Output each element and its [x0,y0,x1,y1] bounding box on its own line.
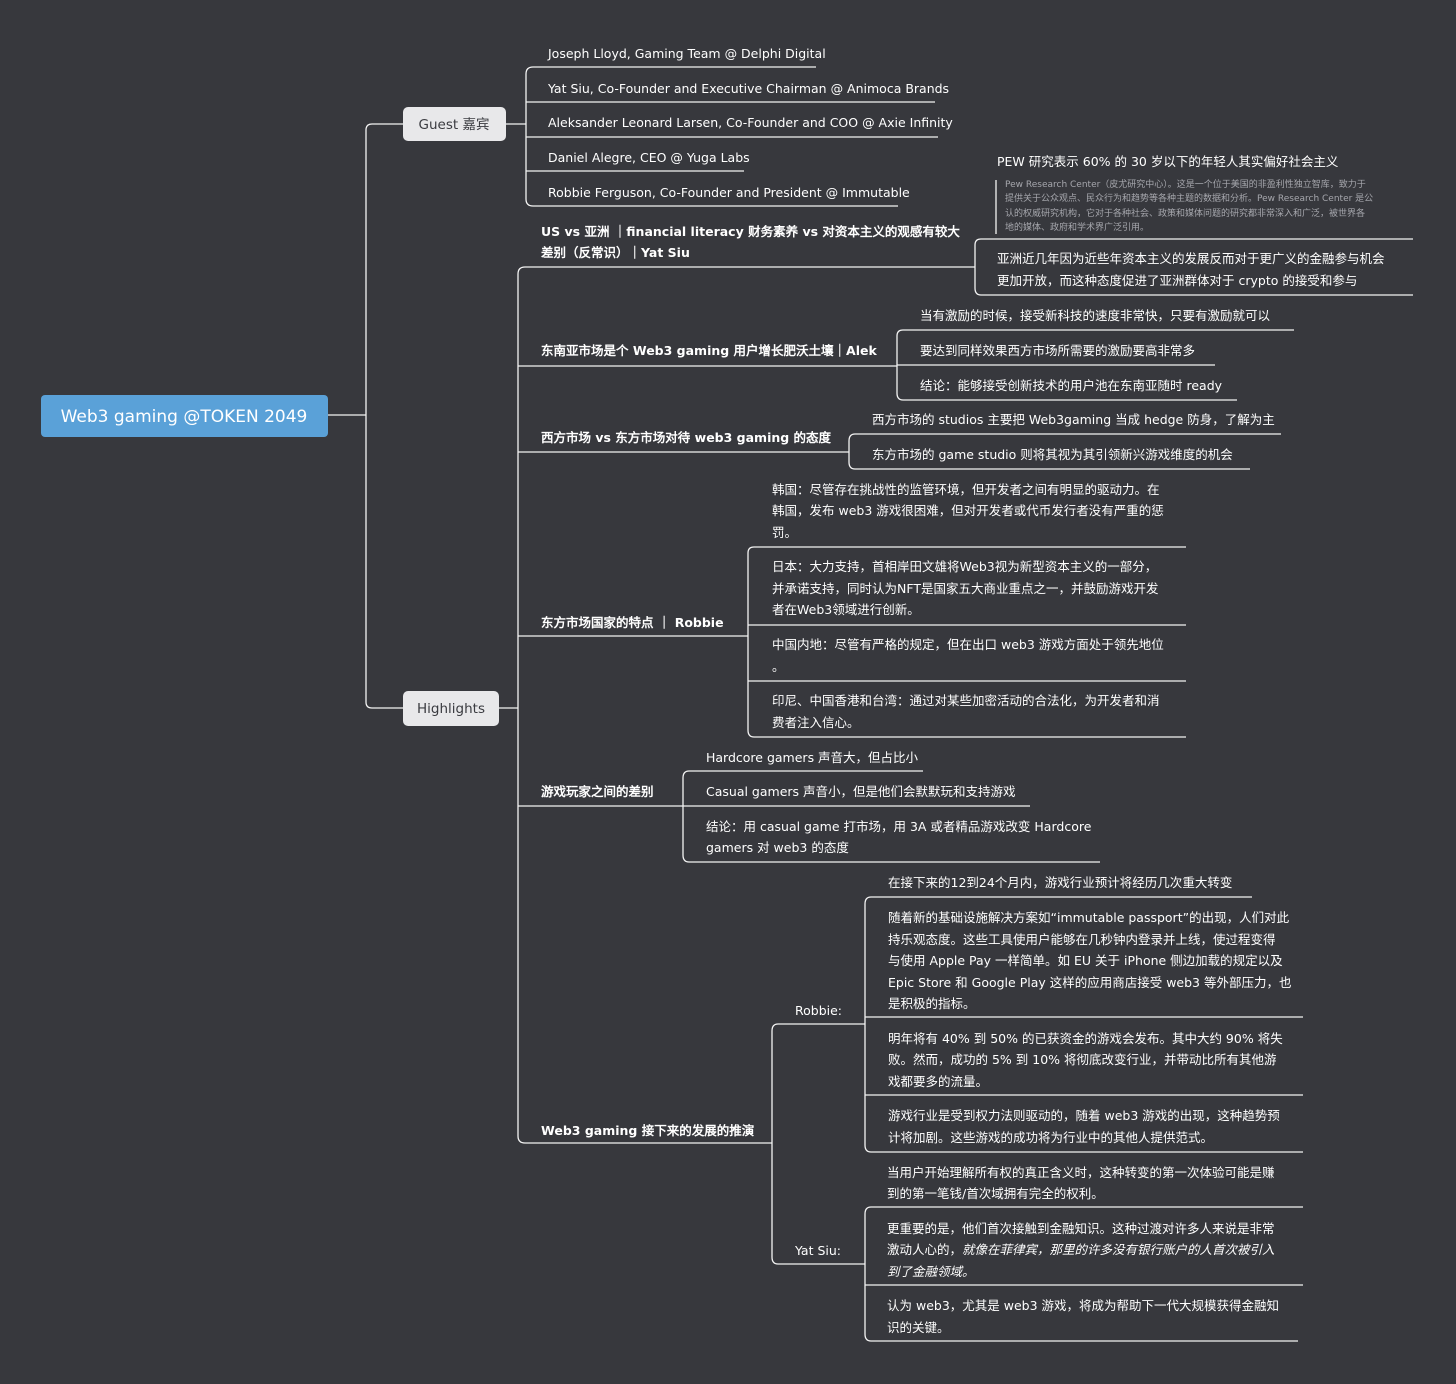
china-text[interactable]: 。 [772,659,785,674]
yat-siu-point[interactable]: 激动人心的，就像在菲律宾，那里的许多没有银行账户的人首次被引入 [887,1242,1275,1257]
gamers-conclusion-text[interactable]: gamers 对 web3 的态度 [706,840,849,855]
pew-note: 认的权威研究机构，它对于各种社会、政策和媒体问题的研究都非常深入和广泛，被世界各 [1005,207,1365,219]
topic-southeast-asia-title[interactable]: 东南亚市场是个 Web3 gaming 用户增长肥沃土壤｜Alek [541,343,877,358]
root-node[interactable]: Web3 gaming @TOKEN 2049 [41,395,328,437]
topic-west-vs-east-title[interactable]: 西方市场 vs 东方市场对待 web3 gaming 的态度 [541,430,832,445]
guest-item[interactable]: Yat Siu, Co-Founder and Executive Chairm… [547,81,949,96]
yat-siu-point[interactable]: 到的第一笔钱/首次域拥有完全的权利。 [887,1186,1104,1201]
sea-item[interactable]: 要达到同样效果西方市场所需要的激励要高非常多 [920,343,1195,358]
highlights-node[interactable]: Highlights [403,691,499,726]
guest-item[interactable]: Joseph Lloyd, Gaming Team @ Delphi Digit… [547,46,826,61]
topic-eastern-countries-title[interactable]: 东方市场国家的特点 ｜ Robbie [541,615,724,630]
robbie-point[interactable]: Epic Store 和 Google Play 这样的应用商店接受 web3 … [888,975,1291,990]
topic-us-asia-title[interactable]: 差别（反常识）｜Yat Siu [540,245,690,260]
indonesia-hk-tw-text[interactable]: 印尼、中国香港和台湾：通过对某些加密活动的合法化，为开发者和消 [772,693,1160,708]
yat-siu-point-normal: 激动人心的， [887,1242,962,1257]
japan-text[interactable]: 者在Web3领域进行创新。 [772,602,920,617]
hardcore-gamers-text[interactable]: Hardcore gamers 声音大，但占比小 [706,750,919,765]
yat-siu-point[interactable]: 更重要的是，他们首次接触到金融知识。这种过渡对许多人来说是非常 [887,1221,1275,1236]
robbie-point[interactable]: 计将加剧。这些游戏的成功将为行业中的其他人提供范式。 [888,1130,1213,1145]
sea-item[interactable]: 结论：能够接受创新技术的用户池在东南亚随时 ready [920,378,1223,393]
yat-siu-point-italic: 就像在菲律宾，那里的许多没有银行账户的人首次被引入 [962,1242,1275,1257]
sea-item[interactable]: 当有激励的时候，接受新科技的速度非常快，只要有激励就可以 [920,308,1271,323]
robbie-point[interactable]: 是积极的指标。 [888,996,976,1011]
west-east-item[interactable]: 西方市场的 studios 主要把 Web3gaming 当成 hedge 防身… [872,412,1275,427]
casual-gamers-text[interactable]: Casual gamers 声音小，但是他们会默默玩和支持游戏 [706,784,1016,799]
guest-item[interactable]: Aleksander Leonard Larsen, Co-Founder an… [548,115,953,130]
yat-siu-point[interactable]: 识的关键。 [887,1320,950,1335]
asia-openness[interactable]: 亚洲近几年因为近些年资本主义的发展反而对于更广义的金融参与机会 [997,251,1385,266]
highlights-node-label: Highlights [417,701,485,717]
root-node-label: Web3 gaming @TOKEN 2049 [61,407,308,427]
korea-text[interactable]: 韩国：尽管存在挑战性的监管环境，但开发者之间有明显的驱动力。在 [772,482,1160,497]
yat-siu-label[interactable]: Yat Siu: [794,1243,841,1258]
china-text[interactable]: 中国内地：尽管有严格的规定，但在出口 web3 游戏方面处于领先地位 [772,637,1164,652]
guest-item[interactable]: Robbie Ferguson, Co-Founder and Presiden… [548,185,910,200]
guest-item[interactable]: Daniel Alegre, CEO @ Yuga Labs [548,150,750,165]
yat-siu-point-italic[interactable]: 到了金融领域。 [887,1264,975,1279]
gamers-conclusion-text[interactable]: 结论：用 casual game 打市场，用 3A 或者精品游戏改变 Hardc… [706,819,1092,834]
robbie-point[interactable]: 游戏行业是受到权力法则驱动的，随着 web3 游戏的出现，这种趋势预 [888,1108,1280,1123]
guest-node-label: Guest 嘉宾 [419,117,490,133]
japan-text[interactable]: 并承诺支持，同时认为NFT是国家五大商业重点之一，并鼓励游戏开发 [772,581,1159,596]
asia-openness[interactable]: 更加开放，而这种态度促进了亚洲群体对于 crypto 的接受和参与 [997,273,1357,288]
pew-note: Pew Research Center（皮尤研究中心）。这是一个位于美国的非盈利… [1005,178,1366,190]
topic-us-asia-title[interactable]: US vs 亚洲 ｜financial literacy 财务素养 vs 对资本… [541,224,960,239]
robbie-label[interactable]: Robbie: [795,1003,842,1018]
topic-future-outlook-title[interactable]: Web3 gaming 接下来的发展的推演 [541,1123,755,1138]
robbie-point[interactable]: 明年将有 40% 到 50% 的已获资金的游戏会发布。其中大约 90% 将失 [888,1031,1283,1046]
yat-siu-point[interactable]: 认为 web3，尤其是 web3 游戏，将成为帮助下一代大规模获得金融知 [887,1298,1279,1313]
topic-gamer-differences-title[interactable]: 游戏玩家之间的差别 [541,784,654,799]
pew-title[interactable]: PEW 研究表示 60% 的 30 岁以下的年轻人其实偏好社会主义 [997,154,1339,169]
indonesia-hk-tw-text[interactable]: 费者注入信心。 [772,715,860,730]
robbie-point[interactable]: 与使用 Apple Pay 一样简单。如 EU 关于 iPhone 侧边加载的规… [888,953,1283,968]
robbie-point[interactable]: 持乐观态度。这些工具使用户能够在几秒钟内登录并上线，使过程变得 [888,932,1276,947]
robbie-point[interactable]: 败。然而，成功的 5% 到 10% 将彻底改变行业，并带动比所有其他游 [888,1052,1277,1067]
yat-siu-point[interactable]: 当用户开始理解所有权的真正含义时，这种转变的第一次体验可能是赚 [887,1165,1275,1180]
pew-note: 地的媒体、政府和学术界广泛引用。 [1005,221,1149,233]
pew-note: 提供关于公众观点、民众行为和趋势等各种主题的数据和分析。Pew Research… [1005,192,1373,204]
guest-node[interactable]: Guest 嘉宾 [403,107,506,141]
korea-text[interactable]: 罚。 [772,525,797,540]
robbie-point[interactable]: 戏都要多的流量。 [888,1074,988,1089]
west-east-item[interactable]: 东方市场的 game studio 则将其视为其引领新兴游戏维度的机会 [872,447,1233,462]
robbie-point[interactable]: 在接下来的12到24个月内，游戏行业预计将经历几次重大转变 [888,875,1232,890]
korea-text[interactable]: 韩国，发布 web3 游戏很困难，但对开发者或代币发行者没有严重的惩 [772,503,1164,518]
robbie-point[interactable]: 随着新的基础设施解决方案如“immutable passport”的出现，人们对… [888,910,1290,925]
mindmap-canvas: Web3 gaming @TOKEN 2049 Guest 嘉宾 Joseph … [41,46,1413,1342]
japan-text[interactable]: 日本：大力支持，首相岸田文雄将Web3视为新型资本主义的一部分， [772,559,1157,574]
